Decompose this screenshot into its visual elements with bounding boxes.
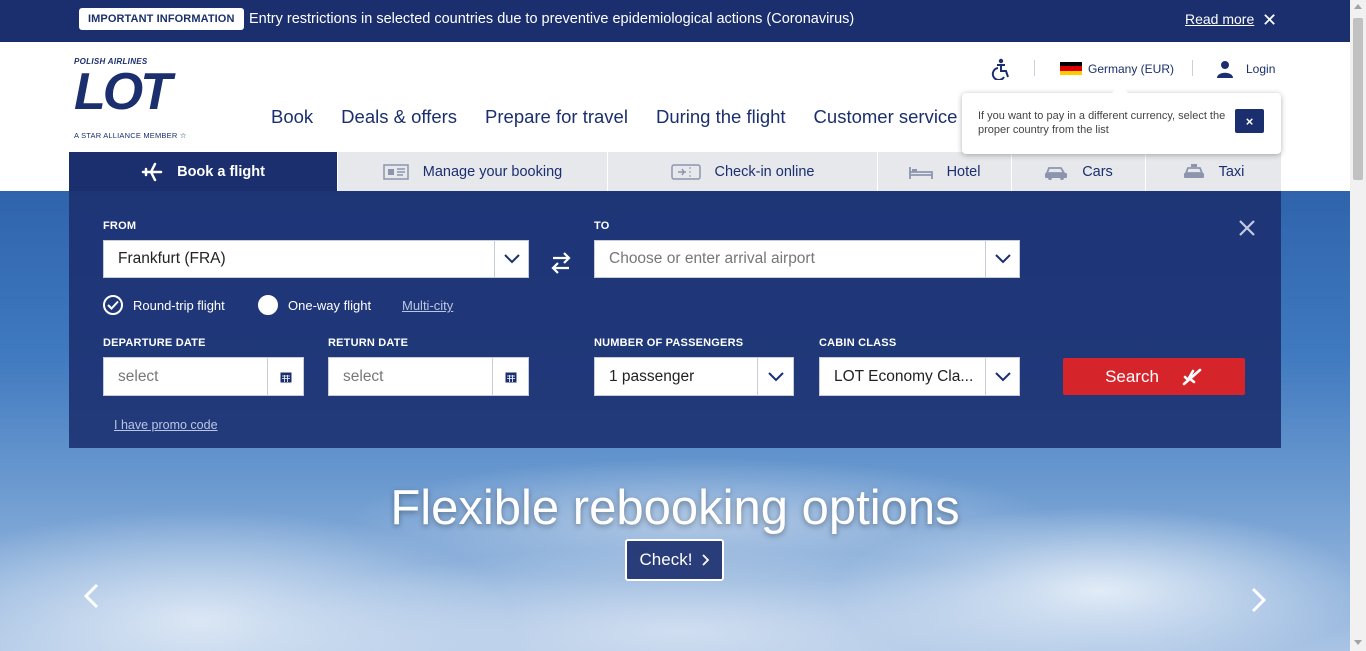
departure-label: DEPARTURE DATE [103,337,206,349]
from-field[interactable]: Frankfurt (FRA) [103,240,529,278]
cabin-label: CABIN CLASS [819,337,897,349]
ticket-icon [383,163,409,180]
from-label: FROM [103,220,137,232]
promo-code-link[interactable]: I have promo code [114,418,218,432]
round-trip-radio[interactable]: Round-trip flight [103,295,225,315]
boarding-pass-icon [670,163,701,180]
close-panel-icon[interactable] [1237,218,1257,238]
tooltip-close-button[interactable]: × [1235,109,1264,133]
from-value[interactable]: Frankfurt (FRA) [104,250,494,268]
accessibility-icon[interactable] [990,58,1012,80]
scroll-up-arrow-icon[interactable] [1354,4,1362,9]
login-link[interactable]: Login [1246,62,1275,76]
plane-icon [141,162,163,181]
nav-prepare[interactable]: Prepare for travel [485,106,628,128]
read-more-link[interactable]: Read more [1185,11,1254,27]
checkmark-icon [103,295,123,315]
currency-tooltip: If you want to pay in a different curren… [962,85,1281,154]
tab-book-flight[interactable]: Book a flight [69,152,338,191]
carousel-prev-icon[interactable] [82,583,102,609]
divider [1192,60,1193,76]
one-way-radio[interactable]: One-way flight [258,295,371,315]
tab-cars[interactable]: Cars [1012,152,1146,191]
logo-alliance: A STAR ALLIANCE MEMBER ☆ [74,131,187,140]
swap-airports-icon[interactable] [550,250,572,276]
notice-text: Entry restrictions in selected countries… [249,11,855,27]
cabin-select[interactable]: LOT Economy Cla... [819,357,1020,396]
nav-during-flight[interactable]: During the flight [656,106,786,128]
departure-placeholder[interactable]: select [104,368,267,386]
notice-bar: IMPORTANT INFORMATION Entry restrictions… [0,0,1350,42]
search-button[interactable]: Search [1063,358,1245,395]
tab-check-in[interactable]: Check-in online [608,152,878,191]
booking-tabs: Book a flight Manage your booking Check-… [69,152,1281,191]
passengers-label: NUMBER OF PASSENGERS [594,337,744,349]
booking-panel [69,191,1281,448]
bed-icon [908,166,933,179]
passengers-select[interactable]: 1 passenger [594,357,794,396]
passengers-value[interactable]: 1 passenger [595,368,757,386]
chevron-down-icon[interactable] [985,241,1019,277]
car-icon [1045,166,1068,180]
calendar-icon[interactable] [492,358,528,395]
scrollbar[interactable] [1350,0,1366,651]
country-selector[interactable]: Germany (EUR) [1088,62,1174,76]
return-placeholder[interactable]: select [329,368,492,386]
plane-takeoff-icon [1182,368,1202,385]
germany-flag-icon[interactable] [1060,62,1082,75]
nav-deals[interactable]: Deals & offers [341,106,457,128]
hero-title: Flexible rebooking options [390,481,960,535]
taxi-icon [1183,163,1204,178]
multi-city-link[interactable]: Multi-city [402,298,453,313]
return-date-field[interactable]: select [328,357,529,396]
return-label: RETURN DATE [328,337,409,349]
notice-badge: IMPORTANT INFORMATION [79,8,244,30]
tab-hotel[interactable]: Hotel [878,152,1012,191]
to-field[interactable]: Choose or enter arrival airport [594,240,1020,278]
scroll-thumb[interactable] [1353,18,1363,180]
main-navigation: Book Deals & offers Prepare for travel D… [271,106,957,128]
nav-customer-service[interactable]: Customer service [814,106,958,128]
chevron-down-icon[interactable] [757,358,793,395]
calendar-icon[interactable] [267,358,303,395]
tab-manage-booking[interactable]: Manage your booking [338,152,608,191]
chevron-down-icon[interactable] [985,358,1019,395]
lot-logo[interactable]: POLISH AIRLINES LOT A STAR ALLIANCE MEMB… [74,57,209,143]
cabin-value[interactable]: LOT Economy Cla... [820,368,985,386]
check-button[interactable]: Check! [625,539,724,581]
chevron-down-icon[interactable] [494,241,528,277]
close-icon[interactable]: ✕ [1262,11,1277,29]
radio-circle-icon [258,295,278,315]
to-placeholder[interactable]: Choose or enter arrival airport [595,250,985,268]
star-alliance-icon: ☆ [179,131,187,140]
logo-wordmark: LOT [74,63,172,121]
chevron-right-icon [702,554,710,566]
scroll-down-arrow-icon[interactable] [1354,640,1362,645]
tooltip-text: If you want to pay in a different curren… [978,110,1226,136]
divider [1034,60,1035,76]
carousel-next-icon[interactable] [1248,587,1268,613]
tab-taxi[interactable]: Taxi [1146,152,1281,191]
to-label: TO [594,220,610,232]
departure-date-field[interactable]: select [103,357,304,396]
nav-book[interactable]: Book [271,106,313,128]
user-icon[interactable] [1216,60,1234,78]
